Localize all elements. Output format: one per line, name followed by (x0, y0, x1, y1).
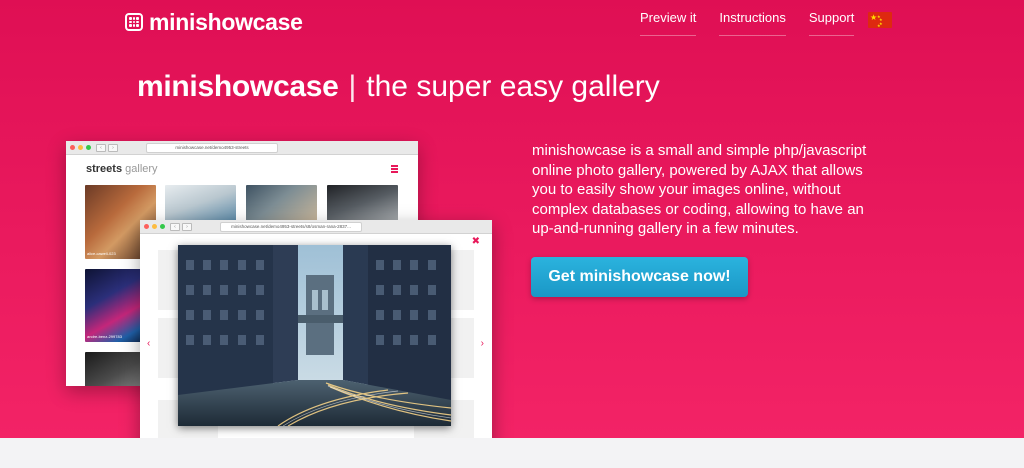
gallery-title-bold: streets (86, 163, 123, 175)
window-close-dot-icon (70, 145, 75, 150)
prev-arrow-icon[interactable]: ‹ (147, 338, 150, 349)
gallery-title-light: gallery (125, 163, 158, 175)
top-nav: Preview it Instructions Support (640, 10, 877, 36)
forward-arrow-icon: › (108, 144, 118, 152)
nav-preview-it[interactable]: Preview it (640, 10, 697, 36)
nav-support[interactable]: Support (808, 10, 855, 36)
get-minishowcase-button[interactable]: Get minishowcase now! (531, 257, 748, 297)
lightbox-photo (178, 245, 451, 426)
gallery-thumb (327, 185, 398, 221)
site-logo[interactable]: minishowcase (125, 9, 303, 35)
hero-description: minishowcase is a small and simple php/j… (532, 142, 867, 237)
browser-url-bar: minishowcase.net/demo4953-streets (146, 143, 278, 153)
lightbox-screenshot-front: ‹ › minishowcase.net/demo4953-streets/s8/… (140, 220, 492, 438)
hero-section: minishowcase Preview it Instructions Sup… (0, 0, 1024, 438)
headline-separator: | (348, 70, 357, 103)
window-close-dot-icon (144, 224, 149, 229)
back-arrow-icon: ‹ (96, 144, 106, 152)
back-arrow-icon: ‹ (170, 223, 180, 231)
manhattan-bridge-street-image (178, 245, 451, 426)
headline-tagline: the super easy gallery (366, 70, 660, 103)
browser-url-bar: minishowcase.net/demo4953-streets/s8/osm… (220, 222, 362, 232)
thumb-caption: andre-benz-299783 (87, 334, 122, 339)
logo-text: minishowcase (149, 8, 303, 35)
china-flag-icon[interactable]: ★ ★ ★ ★ ★ (868, 12, 892, 28)
browser-chrome: ‹ › minishowcase.net/demo4953-streets/s8/… (140, 220, 492, 234)
window-minimize-dot-icon (78, 145, 83, 150)
logo-grid-icon (125, 13, 143, 31)
browser-chrome: ‹ › minishowcase.net/demo4953-streets (66, 141, 418, 155)
gallery-thumb (246, 185, 317, 221)
window-minimize-dot-icon (152, 224, 157, 229)
hamburger-menu-icon (391, 165, 398, 173)
window-maximize-dot-icon (86, 145, 91, 150)
nav-instructions[interactable]: Instructions (719, 10, 786, 36)
headline-brand: minishowcase (137, 70, 339, 103)
close-x-icon[interactable]: ✖ (472, 236, 480, 247)
thumb-caption: alice-cawell-023 (87, 251, 116, 256)
forward-arrow-icon: › (182, 223, 192, 231)
hero-headline: minishowcase | the super easy gallery (137, 70, 660, 104)
window-maximize-dot-icon (160, 224, 165, 229)
page-bottom-strip (0, 438, 1024, 468)
gallery-title: streets gallery (86, 163, 158, 175)
gallery-thumb (165, 185, 236, 221)
next-arrow-icon[interactable]: › (481, 338, 484, 349)
